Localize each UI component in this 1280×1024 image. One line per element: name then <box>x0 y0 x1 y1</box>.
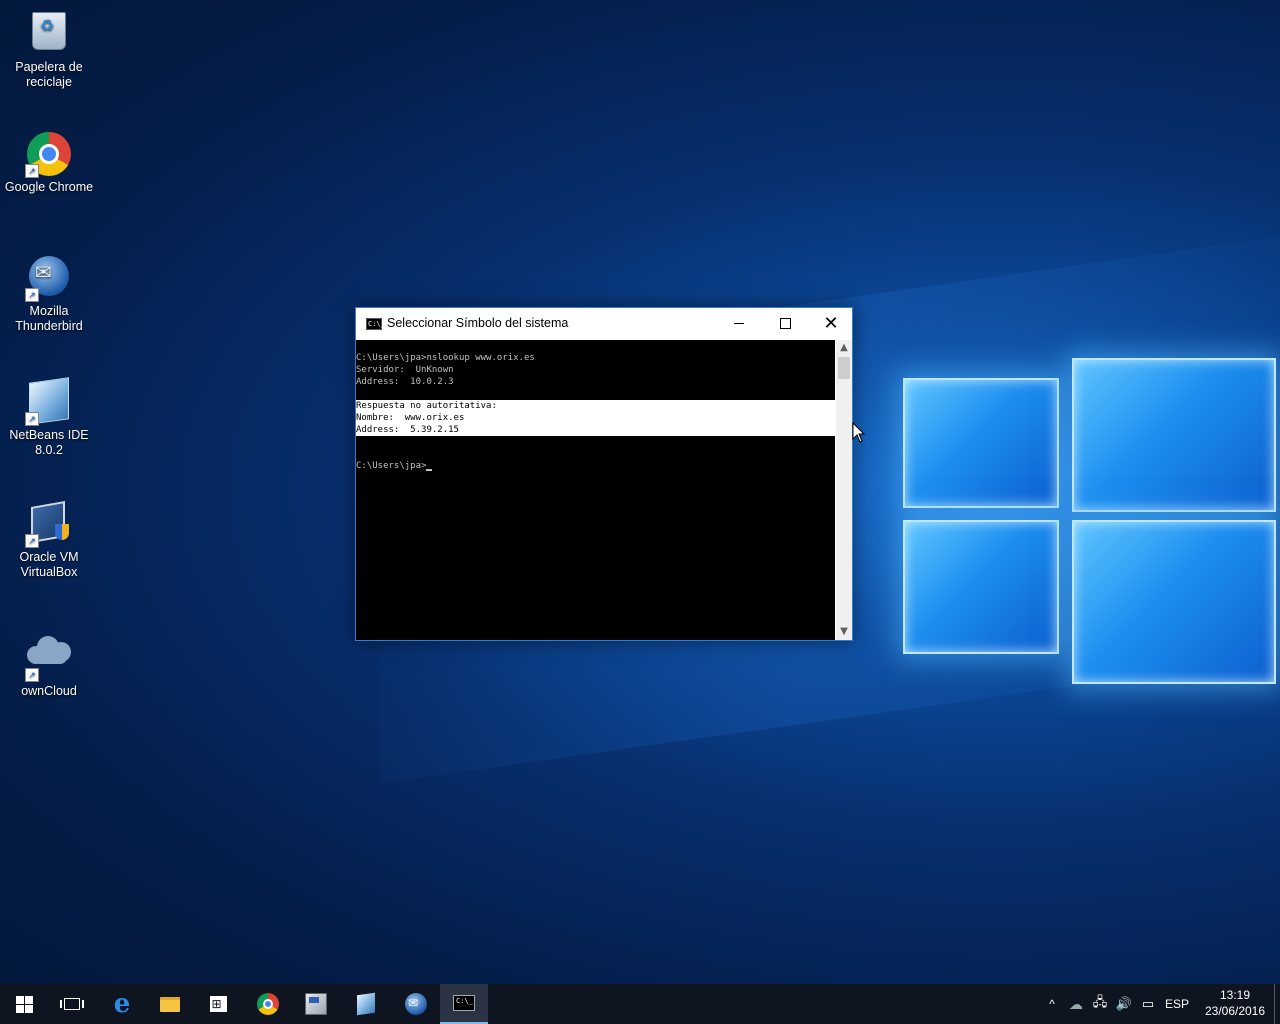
desktop-icon-chrome[interactable]: ↗ Google Chrome <box>4 132 94 195</box>
input-language-indicator[interactable]: ESP <box>1162 984 1192 1024</box>
show-hidden-icons-chevron-icon[interactable]: ^ <box>1042 984 1062 1024</box>
close-button[interactable]: ✕ <box>808 308 854 339</box>
desktop-icon-label: Oracle VM VirtualBox <box>19 550 79 579</box>
cmd-icon: C:\_ <box>453 995 475 1011</box>
app-icon <box>305 993 327 1015</box>
scroll-down-arrow-icon[interactable]: ▼ <box>836 624 852 640</box>
windows-logo-wallpaper <box>900 330 1280 710</box>
taskbar-edge[interactable]: e <box>98 984 146 1024</box>
logo-pane <box>1072 358 1276 512</box>
desktop-icon-owncloud[interactable]: ↗ ownCloud <box>4 626 94 699</box>
show-desktop-button[interactable] <box>1274 984 1280 1024</box>
edge-icon: e <box>113 989 131 1019</box>
console-prompt-line: C:\Users\jpa> <box>356 460 433 472</box>
scroll-up-arrow-icon[interactable]: ▲ <box>836 340 852 356</box>
minimize-icon <box>734 322 744 324</box>
console-line: C:\Users\jpa>nslookup www.orix.es <box>356 353 535 363</box>
netbeans-icon <box>357 992 375 1016</box>
store-icon <box>209 996 227 1012</box>
logo-pane <box>903 378 1059 508</box>
close-icon: ✕ <box>823 313 839 334</box>
owncloud-icon: ↗ <box>25 636 71 682</box>
selected-line: Address: 5.39.2.15 <box>356 425 459 435</box>
desktop-icon-label: Papelera de reciclaje <box>15 60 83 89</box>
scrollbar-thumb[interactable] <box>838 357 850 379</box>
action-center-icon[interactable]: ▭ <box>1138 984 1158 1024</box>
desktop-icon-label: Google Chrome <box>4 180 94 194</box>
volume-icon[interactable]: 🔊 <box>1114 984 1134 1024</box>
thunderbird-icon <box>405 993 427 1015</box>
task-view-icon <box>60 998 84 1010</box>
taskbar-cmd[interactable]: C:\_ <box>440 984 488 1024</box>
logo-pane <box>1072 520 1276 684</box>
cmd-titlebar[interactable]: C:\_ Seleccionar Símbolo del sistema ✕ <box>356 308 852 340</box>
start-button[interactable] <box>0 984 48 1024</box>
taskbar: e C:\_ ^ ☁ 🖧 🔊 ▭ ESP 13:19 23/06/2016 <box>0 984 1280 1024</box>
logo-pane <box>903 520 1059 654</box>
thunderbird-icon: ↗ <box>25 256 71 302</box>
console-output[interactable]: C:\Users\jpa>nslookup www.orix.es Servid… <box>356 340 835 640</box>
desktop-icon-netbeans[interactable]: ↗ NetBeans IDE 8.0.2 <box>4 377 94 458</box>
taskbar-netbeans[interactable] <box>342 984 390 1024</box>
desktop-icon-label: ownCloud <box>21 684 77 698</box>
cloud-sync-icon[interactable]: ☁ <box>1066 984 1086 1024</box>
desktop-icon-label: NetBeans IDE 8.0.2 <box>9 428 89 457</box>
clock-date: 23/06/2016 <box>1204 1004 1266 1018</box>
taskbar-thunderbird[interactable] <box>392 984 440 1024</box>
taskbar-app[interactable] <box>292 984 340 1024</box>
window-title: Seleccionar Símbolo del sistema <box>387 316 569 330</box>
virtualbox-icon: ↗ <box>25 501 71 548</box>
minimize-button[interactable] <box>716 308 762 339</box>
folder-icon <box>160 996 180 1012</box>
chrome-icon: ↗ <box>25 132 71 178</box>
maximize-icon <box>779 317 791 329</box>
console-line: Address: 10.0.2.3 <box>356 377 454 387</box>
vertical-scrollbar[interactable]: ▲ ▼ <box>836 340 852 640</box>
console-prompt: C:\Users\jpa> <box>356 461 427 471</box>
desktop-icon-thunderbird[interactable]: ↗ Mozilla Thunderbird <box>4 256 94 334</box>
chrome-icon <box>257 993 279 1015</box>
taskbar-file-explorer[interactable] <box>146 984 194 1024</box>
cmd-window[interactable]: C:\_ Seleccionar Símbolo del sistema ✕ C… <box>355 307 853 641</box>
taskbar-chrome[interactable] <box>244 984 292 1024</box>
network-icon[interactable]: 🖧 <box>1090 984 1110 1024</box>
netbeans-icon: ↗ <box>25 377 71 426</box>
desktop-icon-virtualbox[interactable]: ↗ Oracle VM VirtualBox <box>4 501 94 580</box>
recycle-bin-icon <box>27 12 71 56</box>
maximize-button[interactable] <box>762 308 808 339</box>
system-clock[interactable]: 13:19 23/06/2016 <box>1198 987 1272 1019</box>
desktop-icon-label: Mozilla Thunderbird <box>15 304 83 333</box>
cmd-icon: C:\_ <box>366 318 385 330</box>
selected-line: Nombre: www.orix.es <box>356 413 465 423</box>
desktop-icon-recycle-bin[interactable]: Papelera de reciclaje <box>4 8 94 90</box>
selected-line: Respuesta no autoritativa: <box>356 401 497 411</box>
console-line: Servidor: UnKnown <box>356 365 454 375</box>
text-selection[interactable]: Respuesta no autoritativa: Nombre: www.o… <box>356 400 835 436</box>
task-view-button[interactable] <box>48 984 96 1024</box>
taskbar-store[interactable] <box>194 984 242 1024</box>
clock-time: 13:19 <box>1219 988 1251 1002</box>
windows-start-icon <box>15 995 33 1013</box>
text-cursor <box>426 469 433 471</box>
